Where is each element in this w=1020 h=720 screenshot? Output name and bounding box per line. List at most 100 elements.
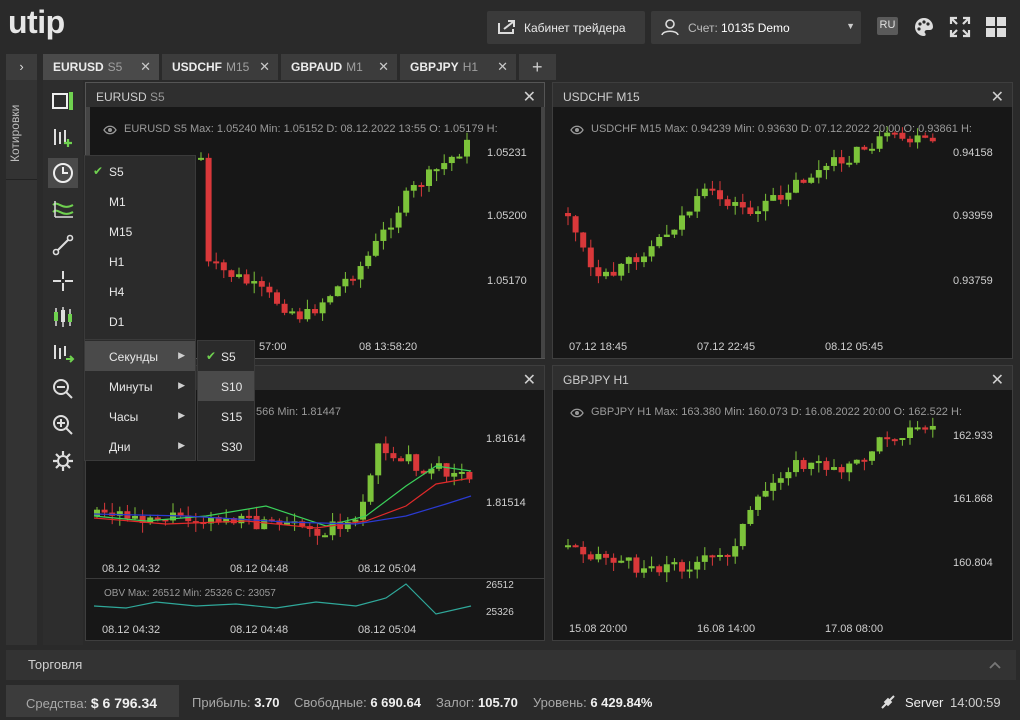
candle-body [732, 202, 739, 206]
chart-window-icon[interactable] [48, 86, 78, 116]
profit-value: 3.70 [254, 695, 280, 710]
seconds-submenu: ✔ S5 S10 S15 S30 [197, 340, 255, 461]
tab-gbpjpy[interactable]: GBPJPY H1 ✕ [400, 54, 517, 80]
candle-body [861, 146, 868, 150]
margin: Залог: 105.70 [436, 695, 518, 710]
close-icon[interactable]: ✕ [259, 59, 270, 75]
trading-panel-bar[interactable]: Торговля [6, 650, 1016, 680]
server-time: 14:00:59 [950, 695, 1001, 710]
candle-body [876, 136, 883, 149]
crosshair-icon[interactable] [48, 266, 78, 296]
level-label: Уровень: [533, 695, 587, 710]
quotes-label[interactable]: Котировки [8, 105, 22, 162]
settings-gear-icon[interactable] [48, 446, 78, 476]
candle-body [281, 303, 288, 313]
export-icon [498, 20, 515, 34]
layout-grid-icon[interactable] [986, 17, 1006, 37]
obv-info: OBV Max: 26512 Min: 25326 C: 23057 [104, 588, 276, 599]
candle-body [395, 212, 402, 228]
quotes-sidebar[interactable]: Котировки [6, 80, 37, 645]
menu-item-d1[interactable]: D1 [85, 306, 195, 336]
time-tick: 08.12 04:48 [230, 624, 289, 636]
tab-eurusd[interactable]: EURUSD S5 ✕ [43, 54, 160, 80]
candle-body [732, 546, 739, 557]
language-button[interactable]: RU [877, 17, 898, 35]
account-select[interactable]: Счет: 10135 Demo ▼ [651, 11, 861, 44]
candle-body [603, 271, 609, 277]
candle-body [785, 472, 792, 479]
close-icon[interactable]: ✕ [378, 59, 389, 75]
menu-item-s30[interactable]: S30 [198, 431, 254, 461]
candle-body [815, 170, 822, 178]
add-tab-button[interactable]: + [519, 54, 557, 80]
zoom-in-icon[interactable] [48, 410, 78, 440]
menu-item-seconds[interactable]: Секунды ▶ [85, 341, 195, 371]
candle-body [451, 472, 458, 477]
tab-period: H1 [462, 60, 479, 74]
close-icon[interactable]: ✕ [140, 59, 151, 75]
menu-item-s15[interactable]: S15 [198, 401, 254, 431]
candle-body [220, 262, 227, 271]
candle-body [610, 557, 617, 563]
chart-panel-usdchf[interactable]: USDCHF M15 ✕ USDCHF M15 Max: 0.94239 Min… [552, 82, 1013, 359]
menu-item-label: S15 [221, 410, 243, 424]
candle-body [907, 427, 913, 439]
candle-body [587, 247, 594, 268]
tab-usdchf[interactable]: USDCHF M15 ✕ [162, 54, 279, 80]
candle-body [747, 509, 754, 524]
candle-body [914, 427, 921, 430]
menu-item-label: Часы [109, 410, 139, 424]
menu-item-m1[interactable]: M1 [85, 186, 195, 216]
trendline-icon[interactable] [48, 230, 78, 260]
menu-item-s5[interactable]: ✔ S5 [85, 156, 195, 186]
candle-body [823, 165, 830, 171]
expand-sidebar-icon[interactable]: › [6, 54, 37, 80]
candle-body [258, 281, 265, 287]
account-value: 10135 Demo [721, 21, 790, 35]
chevron-right-icon: ▶ [178, 410, 185, 420]
menu-item-s10[interactable]: S10 [198, 371, 254, 401]
free-label: Свободные: [294, 695, 367, 710]
candle-body [846, 463, 853, 473]
candle-body [815, 461, 822, 464]
menu-item-label: H1 [109, 255, 125, 269]
margin-value: 105.70 [478, 695, 518, 710]
menu-item-h1[interactable]: H1 [85, 246, 195, 276]
candle-body [565, 213, 571, 217]
menu-item-m15[interactable]: M15 [85, 216, 195, 246]
clock-icon[interactable] [48, 158, 78, 188]
menu-item-s5[interactable]: ✔ S5 [198, 341, 254, 371]
time-tick: 07.12 18:45 [569, 341, 628, 353]
candle-body [246, 515, 252, 518]
menu-item-minutes[interactable]: Минуты ▶ [85, 371, 195, 401]
connection-plug-icon [881, 695, 895, 709]
add-chart-icon[interactable] [48, 122, 78, 152]
candle-body [914, 135, 921, 143]
palette-icon[interactable] [914, 17, 934, 37]
trader-cabinet-button[interactable]: Кабинет трейдера [487, 11, 645, 44]
candle-body [625, 257, 632, 264]
candles-icon[interactable] [48, 302, 78, 332]
level-value: 6 429.84% [590, 695, 653, 710]
tab-gbpaud[interactable]: GBPAUD M1 ✕ [281, 54, 398, 80]
chevron-up-icon[interactable] [989, 661, 1001, 669]
fullscreen-icon[interactable] [949, 16, 971, 38]
candle-body [405, 454, 412, 462]
candle-body [610, 271, 617, 276]
menu-item-hours[interactable]: Часы ▶ [85, 401, 195, 431]
chart-panel-gbpjpy[interactable]: GBPJPY H1 ✕ GBPJPY H1 Max: 163.380 Min: … [552, 365, 1013, 641]
close-icon[interactable]: ✕ [497, 59, 508, 75]
menu-item-days[interactable]: Дни ▶ [85, 431, 195, 461]
time-tick: 16.08 14:00 [697, 623, 756, 635]
candle-body [350, 278, 356, 281]
candle-body [777, 478, 784, 483]
free-margin: Свободные: 6 690.64 [294, 695, 421, 710]
zoom-out-icon[interactable] [48, 374, 78, 404]
indicators-icon[interactable] [48, 194, 78, 224]
candle-body [289, 311, 296, 314]
trader-cabinet-label: Кабинет трейдера [524, 21, 626, 35]
candle-body [357, 266, 364, 280]
candle-body [922, 135, 929, 138]
menu-item-h4[interactable]: H4 [85, 276, 195, 306]
chart-objects-icon[interactable] [48, 338, 78, 368]
